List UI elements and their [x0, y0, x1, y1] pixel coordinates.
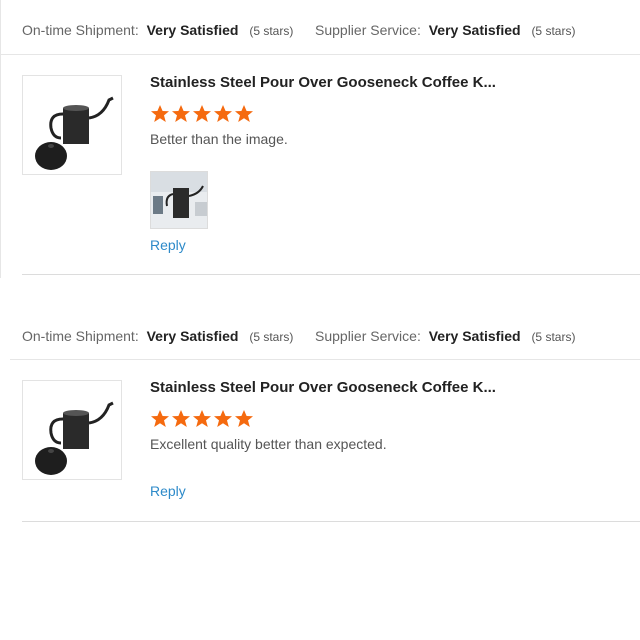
star-icon	[214, 105, 232, 122]
service-rating-label: Supplier Service:	[315, 328, 421, 344]
review-stars	[150, 409, 640, 429]
shipment-rating-label: On-time Shipment:	[22, 328, 139, 344]
star-icon	[172, 410, 190, 427]
review-comment: Excellent quality better than expected.	[150, 436, 387, 452]
divider	[10, 359, 640, 360]
service-rating-stars: (5 stars)	[531, 330, 576, 344]
review-content: Stainless Steel Pour Over Gooseneck Coff…	[150, 379, 640, 501]
star-icon	[193, 410, 211, 427]
service-rating: Supplier Service: Very Satisfied (5 star…	[315, 22, 575, 38]
star-icon	[193, 105, 211, 122]
reply-link[interactable]: Reply	[150, 237, 186, 253]
review-comment: Better than the image.	[150, 131, 288, 147]
star-icon	[172, 105, 190, 122]
review-photo[interactable]	[150, 171, 208, 229]
review-card: On-time Shipment: Very Satisfied (5 star…	[0, 306, 640, 528]
product-thumbnail[interactable]	[22, 380, 122, 480]
review-content: Stainless Steel Pour Over Gooseneck Coff…	[150, 74, 640, 255]
shipment-rating-value: Very Satisfied	[146, 328, 239, 344]
product-title[interactable]: Stainless Steel Pour Over Gooseneck Coff…	[150, 379, 640, 397]
service-rating: Supplier Service: Very Satisfied (5 star…	[315, 328, 575, 344]
service-rating-value: Very Satisfied	[428, 328, 521, 344]
gooseneck-kettle-image	[23, 381, 121, 479]
service-rating-stars: (5 stars)	[531, 24, 576, 38]
service-rating-value: Very Satisfied	[428, 22, 521, 38]
service-rating-label: Supplier Service:	[315, 22, 421, 38]
review-card: On-time Shipment: Very Satisfied (5 star…	[0, 0, 640, 278]
supplier-ratings: On-time Shipment: Very Satisfied (5 star…	[22, 22, 640, 40]
shipment-rating-label: On-time Shipment:	[22, 22, 139, 38]
shipment-rating-value: Very Satisfied	[146, 22, 239, 38]
shipment-rating-stars: (5 stars)	[249, 24, 294, 38]
shipment-rating: On-time Shipment: Very Satisfied (5 star…	[22, 328, 293, 344]
divider	[1, 54, 640, 55]
shipment-rating-stars: (5 stars)	[249, 330, 294, 344]
star-icon	[151, 105, 169, 122]
divider	[22, 274, 640, 275]
product-thumbnail[interactable]	[22, 75, 122, 175]
review-stars	[150, 104, 640, 124]
star-icon	[235, 105, 253, 122]
gooseneck-kettle-image	[23, 76, 121, 174]
divider	[22, 521, 640, 522]
star-icon	[235, 410, 253, 427]
review-photo-image	[151, 172, 207, 228]
supplier-ratings: On-time Shipment: Very Satisfied (5 star…	[22, 328, 640, 346]
reply-link[interactable]: Reply	[150, 483, 186, 499]
shipment-rating: On-time Shipment: Very Satisfied (5 star…	[22, 22, 293, 38]
star-icon	[151, 410, 169, 427]
product-title[interactable]: Stainless Steel Pour Over Gooseneck Coff…	[150, 74, 640, 92]
star-icon	[214, 410, 232, 427]
